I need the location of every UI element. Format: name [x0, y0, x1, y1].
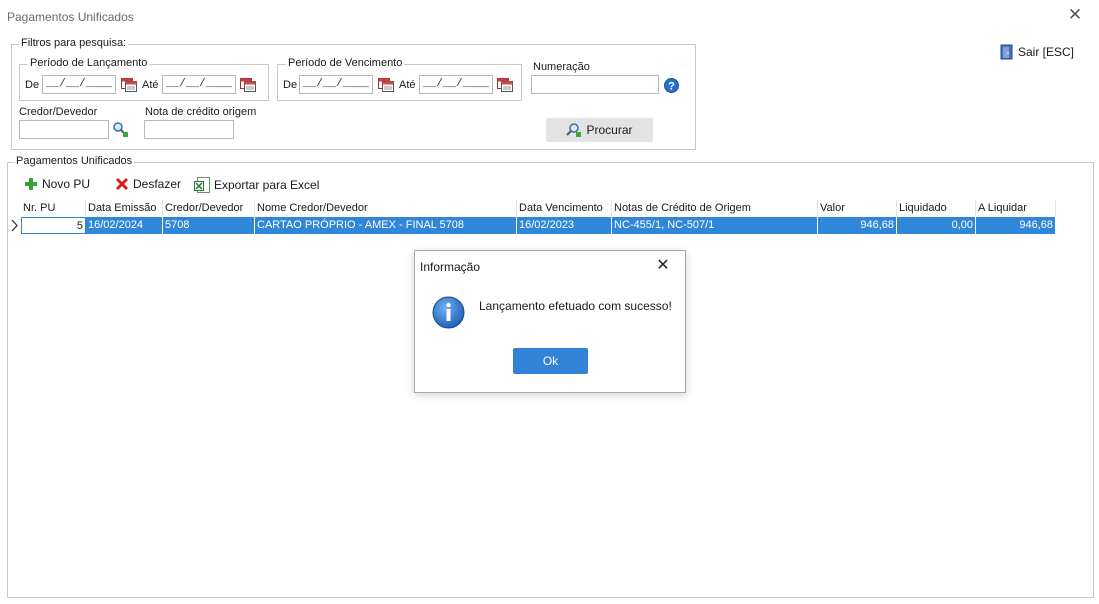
info-dialog: Informação ✕ Lançamento efetuado com suc… — [414, 250, 686, 393]
launch-from-input[interactable]: __/__/____ — [42, 75, 116, 94]
creditor-label: Credor/Devedor — [19, 106, 98, 118]
calendar-icon[interactable] — [240, 76, 256, 92]
due-from-input[interactable]: __/__/____ — [299, 75, 373, 94]
exit-button[interactable]: Sair [ESC] — [1000, 44, 1074, 60]
row-indicator-icon — [11, 219, 18, 232]
cell-creditor-name[interactable]: CARTAO PRÓPRIO - AMEX - FINAL 5708 — [255, 217, 517, 234]
cell-settled[interactable]: 0,00 — [897, 217, 976, 234]
due-to-input[interactable]: __/__/____ — [419, 75, 493, 94]
due-period-legend: Período de Vencimento — [286, 57, 405, 69]
info-icon — [432, 296, 465, 329]
column-header[interactable]: Liquidado — [897, 200, 976, 216]
calendar-icon[interactable] — [121, 76, 137, 92]
cell-credit-notes[interactable]: NC-455/1, NC-507/1 — [612, 217, 818, 234]
cell-to-settle[interactable]: 946,68 — [976, 217, 1056, 234]
undo-x-icon — [115, 177, 129, 191]
export-excel-button[interactable]: Exportar para Excel — [194, 177, 319, 193]
window-title: Pagamentos Unificados — [7, 10, 134, 24]
undo-button[interactable]: Desfazer — [115, 177, 181, 191]
cell-value[interactable]: 946,68 — [818, 217, 897, 234]
export-label: Exportar para Excel — [214, 178, 320, 192]
column-header[interactable]: Data Emissão — [86, 200, 163, 216]
ok-button[interactable]: Ok — [513, 348, 588, 374]
svg-text:?: ? — [668, 81, 675, 93]
credit-note-label: Nota de crédito origem — [145, 106, 257, 118]
launch-period-legend: Período de Lançamento — [28, 57, 150, 69]
column-header[interactable]: Data Vencimento — [517, 200, 612, 216]
undo-label: Desfazer — [133, 177, 182, 191]
column-header[interactable]: Notas de Crédito de Origem — [612, 200, 818, 216]
dialog-message: Lançamento efetuado com sucesso! — [479, 299, 672, 313]
numbering-label: Numeração — [533, 61, 590, 73]
launch-to-label: Até — [142, 79, 159, 91]
column-header[interactable]: Nome Credor/Devedor — [255, 200, 517, 216]
filters-legend: Filtros para pesquisa: — [19, 37, 129, 49]
search-button[interactable]: Procurar — [546, 118, 653, 142]
add-icon — [25, 178, 37, 190]
dialog-title: Informação — [420, 260, 481, 274]
column-header[interactable]: Credor/Devedor — [163, 200, 255, 216]
launch-from-label: De — [25, 79, 40, 91]
dialog-close-icon[interactable]: ✕ — [654, 257, 672, 275]
excel-icon — [194, 177, 210, 193]
payments-legend: Pagamentos Unificados — [14, 155, 135, 167]
numbering-input[interactable] — [531, 75, 659, 94]
search-button-label: Procurar — [586, 123, 633, 137]
launch-to-input[interactable]: __/__/____ — [162, 75, 236, 94]
new-pu-button[interactable]: Novo PU — [24, 177, 90, 191]
due-from-label: De — [283, 79, 298, 91]
calendar-icon[interactable] — [378, 76, 394, 92]
search-user-icon[interactable] — [112, 121, 128, 137]
column-header[interactable]: Nr. PU — [21, 200, 86, 216]
new-pu-label: Novo PU — [42, 177, 91, 191]
close-icon[interactable]: ✕ — [1066, 6, 1084, 24]
exit-label: Sair [ESC] — [1018, 45, 1075, 59]
help-icon[interactable]: ? — [664, 78, 679, 93]
cell-nr-pu[interactable]: 5 — [21, 217, 86, 234]
column-header[interactable]: A Liquidar — [976, 200, 1056, 216]
column-header[interactable]: Valor — [818, 200, 897, 216]
search-user-icon — [566, 123, 582, 137]
calendar-icon[interactable] — [497, 76, 513, 92]
cell-issue-date[interactable]: 16/02/2024 — [86, 217, 163, 234]
exit-door-icon — [1000, 44, 1013, 60]
cell-creditor[interactable]: 5708 — [163, 217, 255, 234]
creditor-input[interactable] — [19, 120, 109, 139]
due-to-label: Até — [399, 79, 416, 91]
credit-note-input[interactable] — [144, 120, 234, 139]
cell-due-date[interactable]: 16/02/2023 — [517, 217, 612, 234]
